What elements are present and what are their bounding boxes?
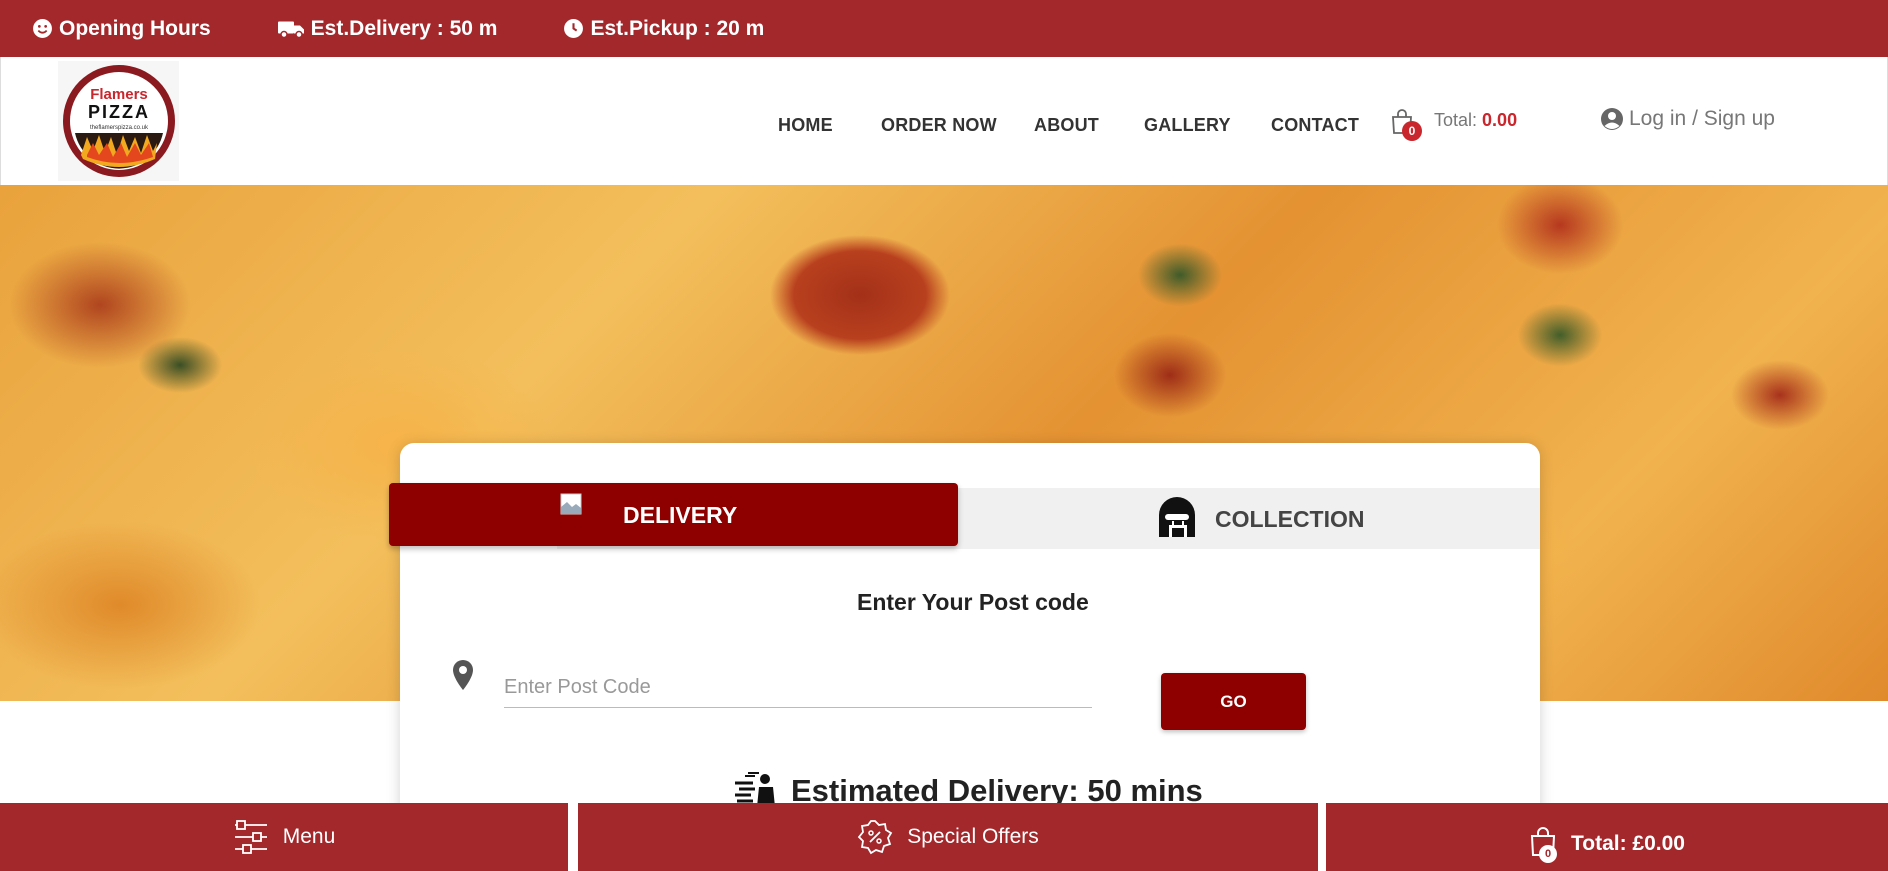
store-bag-icon [1159, 497, 1195, 537]
est-pickup-info: Est.Pickup : 20 m [563, 17, 764, 41]
postcode-heading: Enter Your Post code [857, 589, 1089, 615]
site-logo[interactable]: Flamers PIZZA theflamerspizza.co.uk [58, 61, 179, 181]
header-cart-total: Total: 0.00 [1434, 110, 1517, 131]
bottom-special-offers-button[interactable]: Special Offers [578, 803, 1318, 871]
flamers-pizza-logo: Flamers PIZZA theflamerspizza.co.uk [62, 65, 175, 177]
nav-gallery[interactable]: GALLERY [1144, 115, 1231, 136]
bottom-special-offers-label: Special Offers [907, 825, 1039, 848]
sliders-icon [234, 820, 267, 854]
broken-image-icon [560, 493, 582, 515]
user-circle-icon [1601, 108, 1623, 130]
signup-link[interactable]: Sign up [1704, 107, 1775, 131]
main-header: Flamers PIZZA theflamerspizza.co.uk HOME… [0, 57, 1888, 185]
tab-delivery-label: DELIVERY [623, 502, 738, 528]
account-links: Log in / Sign up [1600, 107, 1775, 131]
postcode-input[interactable] [504, 668, 1092, 708]
bottom-cart-count-badge: 0 [1539, 845, 1557, 863]
bottom-cart-total-label: Total: £0.00 [1571, 832, 1685, 855]
truck-icon [277, 21, 304, 39]
bottom-menu-button[interactable]: Menu [0, 803, 568, 871]
bottom-action-bar: Menu Special Offers 0 Total: £0.00 [0, 803, 1888, 871]
bottom-cart-icon-wrap: 0 [1529, 827, 1559, 863]
nav-home[interactable]: HOME [778, 115, 833, 136]
header-cart-button[interactable]: 0 [1390, 109, 1422, 141]
opening-hours-link[interactable]: Opening Hours [32, 17, 211, 41]
total-value: 0.00 [1482, 110, 1518, 130]
est-pickup-text: Est.Pickup : 20 m [590, 16, 765, 40]
bottom-cart-total-button[interactable]: 0 Total: £0.00 [1326, 803, 1888, 871]
total-label: Total: [1434, 110, 1478, 130]
est-delivery-info: Est.Delivery : 50 m [277, 16, 498, 41]
go-button[interactable]: GO [1161, 673, 1306, 730]
login-link[interactable]: Log in [1629, 107, 1686, 131]
opening-hours-label: Opening Hours [59, 16, 211, 40]
nav-about[interactable]: ABOUT [1034, 115, 1099, 136]
tab-collection[interactable]: COLLECTION [1155, 495, 1365, 543]
discount-badge-icon [858, 820, 893, 855]
nav-contact[interactable]: CONTACT [1271, 115, 1359, 136]
top-info-bar: Opening Hours Est.Delivery : 50 m Est.Pi… [0, 0, 1888, 57]
nav-order-now[interactable]: ORDER NOW [881, 115, 997, 136]
tab-collection-label: COLLECTION [1215, 505, 1365, 532]
svg-text:Flamers: Flamers [90, 86, 148, 103]
map-pin-icon [452, 659, 474, 696]
est-delivery-text: Est.Delivery : 50 m [310, 16, 498, 40]
tab-delivery[interactable]: DELIVERY [389, 483, 958, 546]
smile-icon [33, 19, 52, 38]
account-separator: / [1692, 107, 1698, 130]
cart-count-badge: 0 [1402, 121, 1422, 141]
clock-icon [564, 19, 584, 38]
bottom-menu-label: Menu [282, 825, 336, 848]
svg-text:PIZZA: PIZZA [88, 102, 150, 122]
svg-text:theflamerspizza.co.uk: theflamerspizza.co.uk [89, 125, 148, 131]
